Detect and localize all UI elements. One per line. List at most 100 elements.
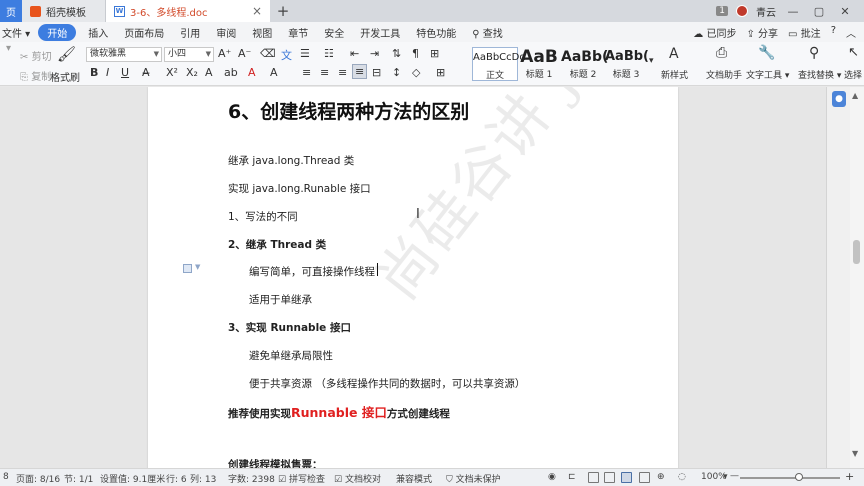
- italic-icon[interactable]: I: [106, 66, 109, 79]
- globe-icon[interactable]: ⊕: [657, 472, 665, 482]
- status-page[interactable]: 页面: 8/16: [16, 472, 60, 485]
- border-icon[interactable]: ⊞: [436, 66, 445, 79]
- page-view-icon[interactable]: [621, 472, 632, 483]
- show-marks-icon[interactable]: ¶: [412, 47, 419, 60]
- zoom-out-button[interactable]: —: [730, 471, 739, 481]
- paragraph-marker-icon[interactable]: [183, 264, 192, 273]
- share-button[interactable]: ⇪ 分享: [746, 25, 778, 40]
- proofread-button[interactable]: ☑ 文档校对: [334, 472, 381, 485]
- text-tools-button[interactable]: 文字工具 ▾: [746, 68, 789, 81]
- cut-button[interactable]: ✂ 剪切: [20, 48, 52, 63]
- eye-icon[interactable]: ◉: [548, 472, 556, 482]
- menu-review[interactable]: 审阅: [208, 25, 244, 40]
- grow-font-icon[interactable]: A⁺: [218, 47, 231, 60]
- outline-view-icon[interactable]: [604, 472, 615, 483]
- menu-developer[interactable]: 开发工具: [352, 25, 408, 40]
- status-setting-value[interactable]: 设置值: 9.1厘米: [100, 472, 165, 485]
- clear-format-icon[interactable]: ⌫: [260, 47, 276, 60]
- maximize-button[interactable]: ▢: [810, 5, 828, 18]
- strikethrough-icon[interactable]: A̶: [142, 66, 150, 79]
- bold-icon[interactable]: B: [90, 66, 98, 79]
- menu-page-layout[interactable]: 页面布局: [116, 25, 172, 40]
- align-right-icon[interactable]: ≡: [338, 66, 347, 79]
- menu-search[interactable]: ⚲ 查找: [464, 25, 511, 40]
- menu-insert[interactable]: 插入: [80, 25, 116, 40]
- style-normal[interactable]: AaBbCcDd 正文: [472, 47, 526, 81]
- underline-icon[interactable]: U: [121, 66, 129, 79]
- minimize-button[interactable]: —: [784, 5, 802, 18]
- help-button[interactable]: ?: [831, 25, 836, 40]
- subscript-icon[interactable]: X₂: [186, 66, 198, 79]
- menu-security[interactable]: 安全: [316, 25, 352, 40]
- font-name-select[interactable]: 微软雅黑 ▼: [86, 47, 162, 62]
- scroll-up-icon[interactable]: ▲: [852, 91, 858, 100]
- scroll-thumb[interactable]: [853, 240, 860, 264]
- char-shading-icon[interactable]: A: [270, 66, 278, 79]
- sort-icon[interactable]: ⇅: [392, 47, 401, 60]
- close-window-button[interactable]: ✕: [836, 5, 854, 18]
- paragraph-settings-icon[interactable]: ⊞: [430, 47, 439, 60]
- format-painter-icon[interactable]: 🖌: [57, 45, 76, 63]
- split-view-icon[interactable]: [588, 472, 599, 483]
- location-pin-icon[interactable]: ●: [832, 91, 846, 107]
- styles-more-icon[interactable]: ▾: [649, 56, 654, 66]
- document-page[interactable]: 尚硅谷讲 java 6、创建线程两种方法的区别 继承 java.long.Thr…: [148, 87, 678, 468]
- shading-icon[interactable]: ◇: [412, 66, 420, 79]
- menu-view[interactable]: 视图: [244, 25, 280, 40]
- align-left-icon[interactable]: ≡: [302, 66, 311, 79]
- zoom-slider[interactable]: [740, 477, 840, 479]
- select-button[interactable]: 选择: [844, 68, 862, 81]
- document-area[interactable]: 尚硅谷讲 java 6、创建线程两种方法的区别 继承 java.long.Thr…: [0, 87, 864, 468]
- format-painter-label[interactable]: 格式刷: [50, 69, 80, 84]
- text-effect-icon[interactable]: A: [205, 66, 213, 79]
- style-heading-2[interactable]: AaBb( 标题 2: [561, 47, 608, 81]
- distributed-icon[interactable]: ⊟: [372, 66, 381, 79]
- zoom-dropdown-icon[interactable]: ▾: [723, 472, 728, 482]
- avatar[interactable]: [736, 5, 748, 17]
- bullet-list-icon[interactable]: ☰: [300, 47, 310, 60]
- superscript-icon[interactable]: X²: [166, 66, 178, 79]
- line-spacing-icon[interactable]: ↕: [392, 66, 401, 79]
- menu-chapter[interactable]: 章节: [280, 25, 316, 40]
- menu-references[interactable]: 引用: [172, 25, 208, 40]
- menu-file[interactable]: 文件 ▾: [0, 25, 34, 40]
- justify-icon[interactable]: ≡: [352, 64, 368, 79]
- numbered-list-icon[interactable]: ☷: [324, 47, 334, 60]
- home-tab[interactable]: 页: [0, 0, 22, 22]
- status-word-count[interactable]: 字数: 2398: [228, 472, 275, 485]
- zoom-in-button[interactable]: +: [845, 470, 854, 483]
- focus-mode-icon[interactable]: ◌: [678, 472, 686, 482]
- protect-status[interactable]: ⛉ 文档未保护: [446, 472, 501, 485]
- shrink-font-icon[interactable]: A⁻: [238, 47, 251, 60]
- zoom-slider-handle[interactable]: [795, 473, 803, 481]
- status-col[interactable]: 列: 13: [190, 472, 216, 485]
- web-view-icon[interactable]: [639, 472, 650, 483]
- spell-check-button[interactable]: ☑ 拼写检查: [278, 472, 325, 485]
- style-heading-3[interactable]: AaBb( 标题 3: [605, 47, 649, 81]
- style-heading-1[interactable]: AaB 标题 1: [518, 47, 560, 81]
- close-icon[interactable]: ×: [252, 4, 262, 18]
- status-row[interactable]: 行: 6: [166, 472, 187, 485]
- font-color-icon[interactable]: A: [248, 66, 256, 79]
- menu-features[interactable]: 特色功能: [408, 25, 464, 40]
- sync-button[interactable]: ☁ 已同步: [693, 25, 736, 40]
- reading-layout-icon[interactable]: ⊏: [568, 472, 576, 482]
- doc-assistant-button[interactable]: 文档助手: [706, 68, 742, 81]
- font-size-select[interactable]: 小四 ▼: [164, 47, 214, 62]
- paste-partial-icon[interactable]: ▾: [6, 43, 11, 54]
- tab-document[interactable]: W 3-6、多线程.doc ×: [106, 0, 270, 22]
- scroll-down-icon[interactable]: ▼: [852, 449, 858, 458]
- comment-button[interactable]: ▭ 批注: [788, 25, 821, 40]
- chevron-down-icon[interactable]: ▼: [195, 263, 200, 271]
- decrease-indent-icon[interactable]: ⇤: [350, 47, 359, 60]
- vertical-scrollbar[interactable]: ▲ ▼: [850, 87, 864, 468]
- new-style-button[interactable]: 新样式: [661, 68, 688, 81]
- pinyin-icon[interactable]: 文: [281, 47, 292, 63]
- new-tab-button[interactable]: +: [270, 0, 296, 22]
- increase-indent-icon[interactable]: ⇥: [370, 47, 379, 60]
- user-name[interactable]: 青云: [756, 4, 776, 19]
- window-count-badge[interactable]: 1: [716, 6, 728, 16]
- highlight-icon[interactable]: ab: [224, 66, 238, 79]
- menu-start[interactable]: 开始: [38, 23, 77, 41]
- align-center-icon[interactable]: ≡: [320, 66, 329, 79]
